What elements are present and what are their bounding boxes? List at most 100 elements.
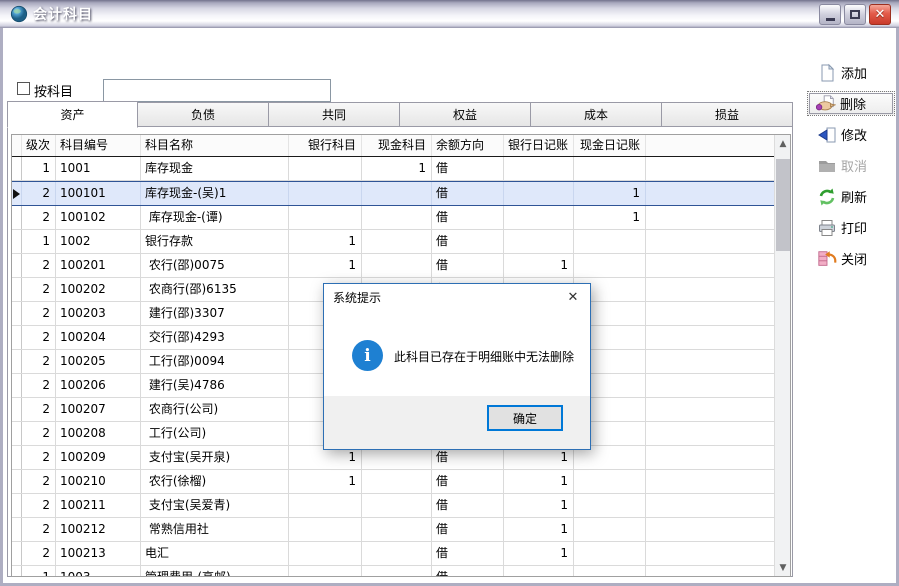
table-cell[interactable] — [504, 566, 574, 577]
table-cell[interactable]: 交行(邵)4293 — [141, 326, 289, 349]
table-cell[interactable] — [362, 182, 432, 205]
table-cell[interactable] — [574, 157, 646, 180]
tab-4[interactable]: 成本 — [531, 102, 662, 127]
table-cell[interactable] — [646, 422, 776, 445]
table-cell[interactable] — [646, 374, 776, 397]
table-cell[interactable] — [574, 566, 646, 577]
table-cell[interactable] — [289, 542, 362, 565]
vertical-scrollbar[interactable]: ▲ ▼ — [774, 135, 790, 576]
table-cell[interactable]: 1 — [22, 230, 56, 253]
table-cell[interactable] — [362, 206, 432, 229]
table-cell[interactable]: 1 — [504, 542, 574, 565]
table-cell[interactable]: 100201 — [56, 254, 141, 277]
table-cell[interactable]: 100209 — [56, 446, 141, 469]
table-cell[interactable]: 2 — [22, 302, 56, 325]
table-cell[interactable]: 借 — [432, 494, 504, 517]
table-cell[interactable]: 1 — [289, 254, 362, 277]
table-cell[interactable] — [646, 494, 776, 517]
scroll-down-arrow-icon[interactable]: ▼ — [775, 559, 791, 576]
table-cell[interactable]: 借 — [432, 542, 504, 565]
table-cell[interactable] — [646, 446, 776, 469]
table-cell[interactable] — [646, 254, 776, 277]
table-cell[interactable]: 1 — [574, 206, 646, 229]
table-cell[interactable]: 库存现金-(吴)1 — [141, 182, 289, 205]
table-cell[interactable]: 库存现金-(谭) — [141, 206, 289, 229]
table-cell[interactable]: 借 — [432, 518, 504, 541]
table-cell[interactable] — [362, 566, 432, 577]
table-cell[interactable]: 借 — [432, 566, 504, 577]
table-cell[interactable]: 100211 — [56, 494, 141, 517]
table-cell[interactable] — [504, 206, 574, 229]
table-cell[interactable]: 2 — [22, 398, 56, 421]
table-row[interactable]: 11003管理费用-(高邮) 借 — [12, 566, 776, 577]
table-cell[interactable]: 100202 — [56, 278, 141, 301]
table-cell[interactable] — [646, 518, 776, 541]
minimize-button[interactable] — [819, 4, 841, 25]
filter-by-subject-checkbox[interactable] — [17, 82, 30, 95]
table-cell[interactable]: 100204 — [56, 326, 141, 349]
table-cell[interactable] — [289, 566, 362, 577]
table-cell[interactable]: 100210 — [56, 470, 141, 493]
table-cell[interactable]: 100213 — [56, 542, 141, 565]
table-cell[interactable]: 1 — [504, 494, 574, 517]
table-row[interactable]: 2100102 库存现金-(谭)借1 — [12, 206, 776, 230]
table-cell[interactable] — [646, 182, 776, 205]
table-cell[interactable]: 库存现金 — [141, 157, 289, 180]
table-cell[interactable]: 农行(邵)0075 — [141, 254, 289, 277]
table-cell[interactable] — [362, 518, 432, 541]
table-cell[interactable] — [646, 302, 776, 325]
table-cell[interactable] — [362, 494, 432, 517]
table-cell[interactable]: 100207 — [56, 398, 141, 421]
table-cell[interactable]: 2 — [22, 182, 56, 205]
table-cell[interactable] — [646, 278, 776, 301]
table-cell[interactable]: 建行(邵)3307 — [141, 302, 289, 325]
table-cell[interactable] — [574, 494, 646, 517]
maximize-button[interactable] — [844, 4, 866, 25]
table-row[interactable]: 2100210 农行(徐榴)1借1 — [12, 470, 776, 494]
table-cell[interactable]: 1003 — [56, 566, 141, 577]
action-button-6[interactable]: 关闭 — [799, 246, 899, 271]
table-cell[interactable]: 2 — [22, 542, 56, 565]
table-cell[interactable]: 1 — [22, 566, 56, 577]
table-cell[interactable]: 工行(邵)0094 — [141, 350, 289, 373]
table-cell[interactable]: 2 — [22, 374, 56, 397]
table-cell[interactable]: 2 — [22, 518, 56, 541]
table-cell[interactable] — [646, 230, 776, 253]
table-cell[interactable]: 常熟信用社 — [141, 518, 289, 541]
table-cell[interactable]: 1002 — [56, 230, 141, 253]
action-button-3[interactable]: 取消 — [799, 153, 899, 178]
table-cell[interactable]: 2 — [22, 494, 56, 517]
table-cell[interactable]: 银行存款 — [141, 230, 289, 253]
table-cell[interactable]: 农商行(公司) — [141, 398, 289, 421]
table-row[interactable]: 2100213电汇借1 — [12, 542, 776, 566]
table-cell[interactable] — [646, 157, 776, 180]
table-row[interactable]: 2100211 支付宝(吴爱青) 借1 — [12, 494, 776, 518]
table-cell[interactable]: 1 — [574, 182, 646, 205]
table-cell[interactable]: 管理费用-(高邮) — [141, 566, 289, 577]
table-cell[interactable]: 1 — [22, 157, 56, 180]
table-cell[interactable] — [574, 518, 646, 541]
tab-3[interactable]: 权益 — [400, 102, 531, 127]
table-cell[interactable]: 2 — [22, 470, 56, 493]
table-cell[interactable]: 支付宝(吴爱青) — [141, 494, 289, 517]
table-cell[interactable] — [646, 206, 776, 229]
action-button-0[interactable]: 添加 — [799, 60, 899, 85]
table-cell[interactable]: 100206 — [56, 374, 141, 397]
action-button-5[interactable]: 打印 — [799, 215, 899, 240]
table-cell[interactable]: 1001 — [56, 157, 141, 180]
ok-button[interactable]: 确定 — [487, 405, 563, 431]
table-cell[interactable] — [289, 206, 362, 229]
table-cell[interactable]: 2 — [22, 446, 56, 469]
close-window-button[interactable]: ✕ — [869, 4, 891, 25]
table-cell[interactable] — [504, 157, 574, 180]
table-cell[interactable] — [289, 157, 362, 180]
tab-2[interactable]: 共同 — [269, 102, 400, 127]
subject-filter-input[interactable] — [103, 79, 331, 102]
table-cell[interactable] — [646, 350, 776, 373]
table-cell[interactable] — [574, 470, 646, 493]
table-cell[interactable]: 借 — [432, 230, 504, 253]
table-cell[interactable]: 100208 — [56, 422, 141, 445]
table-cell[interactable]: 农行(徐榴) — [141, 470, 289, 493]
table-cell[interactable]: 1 — [504, 470, 574, 493]
table-cell[interactable] — [362, 542, 432, 565]
